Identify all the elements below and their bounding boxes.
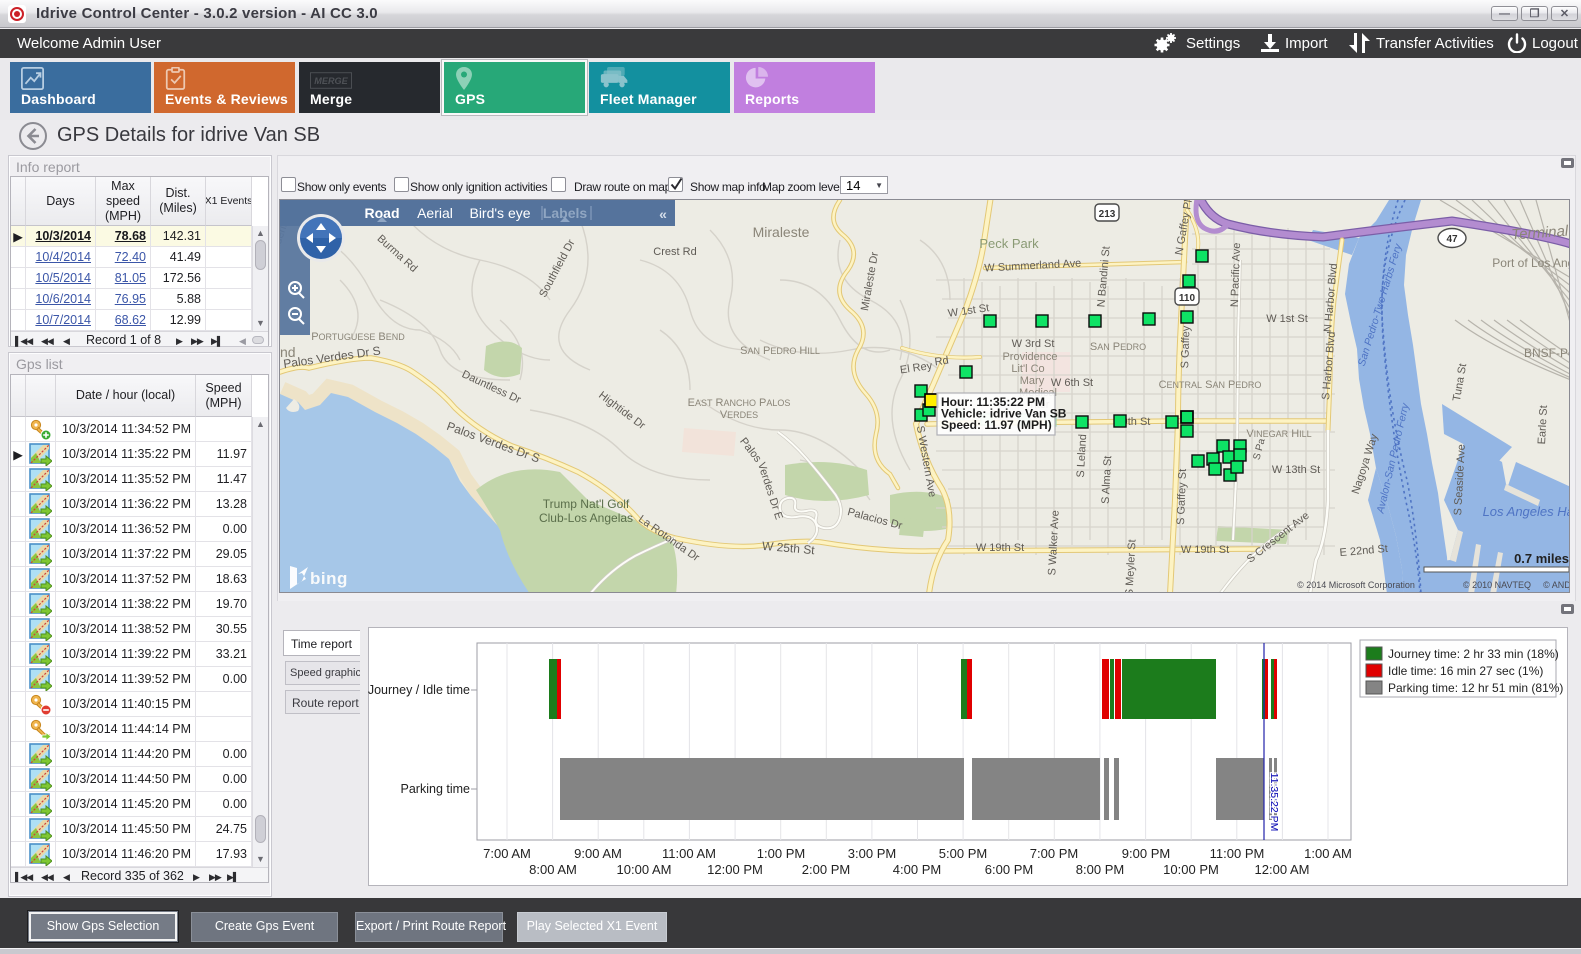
svg-text:VERDES: VERDES bbox=[720, 409, 758, 421]
svg-text:Earle St: Earle St bbox=[1536, 405, 1550, 445]
svg-text:Idle time: 16 min 27 sec (1%): Idle time: 16 min 27 sec (1%) bbox=[1388, 664, 1543, 678]
svg-text:Trump Nat'l Golf: Trump Nat'l Golf bbox=[543, 497, 630, 511]
svg-text:4:00 PM: 4:00 PM bbox=[893, 862, 941, 877]
svg-text:Lit'l Co: Lit'l Co bbox=[1011, 363, 1044, 375]
svg-text:8:00 PM: 8:00 PM bbox=[1076, 862, 1124, 877]
svg-text:110: 110 bbox=[1179, 293, 1196, 304]
svg-text:W 19th St: W 19th St bbox=[1181, 544, 1229, 556]
svg-text:7:00 PM: 7:00 PM bbox=[1030, 846, 1078, 861]
svg-text:S Alma St: S Alma St bbox=[1100, 455, 1115, 504]
svg-text:PORTUGUESE BEND: PORTUGUESE BEND bbox=[311, 331, 405, 343]
svg-text:9:00 PM: 9:00 PM bbox=[1122, 846, 1170, 861]
svg-text:Miraleste: Miraleste bbox=[753, 224, 810, 240]
svg-text:Port of Los Angel: Port of Los Angel bbox=[1492, 256, 1570, 270]
svg-text:© 2010 NAVTEQ: © 2010 NAVTEQ bbox=[1463, 580, 1531, 590]
svg-text:7:00 AM: 7:00 AM bbox=[483, 846, 531, 861]
svg-text:bing: bing bbox=[310, 569, 348, 588]
svg-text:5:00 PM: 5:00 PM bbox=[939, 846, 987, 861]
svg-text:Parking time: Parking time bbox=[401, 782, 471, 796]
svg-text:W 19th St: W 19th St bbox=[976, 542, 1024, 554]
svg-text:W 3rd St: W 3rd St bbox=[1012, 338, 1055, 350]
svg-text:Crest Rd: Crest Rd bbox=[653, 246, 696, 258]
svg-text:12:00 AM: 12:00 AM bbox=[1255, 862, 1310, 877]
svg-text:S Leland: S Leland bbox=[1075, 434, 1089, 478]
svg-text:© 2014 Microsoft Corporation: © 2014 Microsoft Corporation bbox=[1297, 580, 1415, 590]
svg-text:EAST RANCHO PALOS: EAST RANCHO PALOS bbox=[688, 397, 791, 409]
svg-text:Club-Los Angelas: Club-Los Angelas bbox=[539, 511, 633, 525]
svg-text:Providence: Providence bbox=[1002, 351, 1057, 363]
svg-text:SAN PEDRO HILL: SAN PEDRO HILL bbox=[740, 345, 820, 357]
svg-text:10:00 AM: 10:00 AM bbox=[617, 862, 672, 877]
svg-text:10:00 PM: 10:00 PM bbox=[1163, 862, 1219, 877]
svg-text:BNSF-Port: BNSF-Port bbox=[1524, 346, 1570, 360]
svg-text:W 6th St: W 6th St bbox=[1051, 377, 1093, 389]
svg-text:Peck Park: Peck Park bbox=[979, 236, 1039, 251]
svg-text:W 13th St: W 13th St bbox=[1272, 464, 1320, 476]
svg-text:MERGE: MERGE bbox=[314, 76, 348, 86]
svg-text:6:00 PM: 6:00 PM bbox=[985, 862, 1033, 877]
svg-text:Speed: 11.97 (MPH): Speed: 11.97 (MPH) bbox=[941, 418, 1052, 432]
svg-text:11:00 AM: 11:00 AM bbox=[662, 846, 716, 861]
svg-text:© AND: © AND bbox=[1543, 580, 1570, 590]
svg-text:8:00 AM: 8:00 AM bbox=[529, 862, 577, 877]
svg-text:9:00 AM: 9:00 AM bbox=[574, 846, 622, 861]
svg-text:«: « bbox=[659, 206, 667, 222]
svg-text:Journey / Idle time: Journey / Idle time bbox=[368, 683, 470, 697]
svg-text:11:35:22 PM: 11:35:22 PM bbox=[1268, 773, 1280, 832]
svg-text:CENTRAL SAN PEDRO: CENTRAL SAN PEDRO bbox=[1159, 379, 1262, 391]
svg-text:1:00 AM: 1:00 AM bbox=[1304, 846, 1352, 861]
svg-text:3:00 PM: 3:00 PM bbox=[848, 846, 896, 861]
svg-text:Bird's eye: Bird's eye bbox=[469, 205, 530, 221]
svg-text:213: 213 bbox=[1099, 209, 1116, 220]
svg-text:Journey time: 2 hr 33 min (18%: Journey time: 2 hr 33 min (18%) bbox=[1388, 647, 1559, 661]
svg-text:11:00 PM: 11:00 PM bbox=[1210, 846, 1265, 861]
svg-text:Mary: Mary bbox=[1020, 375, 1045, 387]
svg-text:Parking time: 12 hr 51 min (81: Parking time: 12 hr 51 min (81%) bbox=[1388, 681, 1563, 695]
svg-text:0.7 miles: 0.7 miles bbox=[1514, 551, 1569, 566]
svg-text:1:00 PM: 1:00 PM bbox=[757, 846, 805, 861]
svg-text:47: 47 bbox=[1446, 234, 1458, 245]
svg-text:Aerial: Aerial bbox=[417, 205, 453, 221]
svg-text:Los Angeles Harb: Los Angeles Harb bbox=[1483, 504, 1570, 519]
svg-text:S Gaffey St: S Gaffey St bbox=[1175, 469, 1189, 525]
svg-text:12:00 PM: 12:00 PM bbox=[707, 862, 763, 877]
svg-text:SAN PEDRO: SAN PEDRO bbox=[1090, 341, 1146, 353]
svg-text:W 1st St: W 1st St bbox=[1266, 313, 1308, 325]
svg-text:N Pacific Ave: N Pacific Ave bbox=[1229, 242, 1243, 307]
svg-text:nd: nd bbox=[280, 344, 296, 360]
svg-text:2:00 PM: 2:00 PM bbox=[802, 862, 850, 877]
